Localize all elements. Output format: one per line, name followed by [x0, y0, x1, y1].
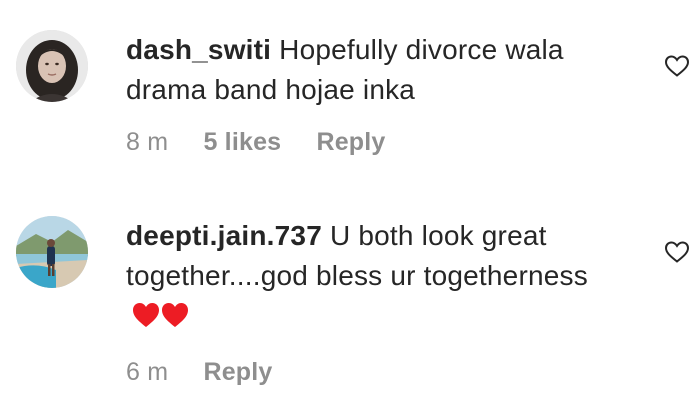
- comment-meta: 8 m 5 likes Reply: [126, 122, 646, 162]
- red-hearts-emoji: [132, 300, 190, 340]
- comment-time[interactable]: 8 m: [126, 128, 168, 156]
- comment-username[interactable]: dash_switi: [126, 34, 271, 65]
- comment-list: dash_switi Hopefully divorce wala drama b…: [0, 0, 700, 400]
- reply-button[interactable]: Reply: [203, 358, 272, 386]
- comment-meta: 6 m Reply: [126, 352, 646, 392]
- avatar[interactable]: [16, 216, 88, 288]
- comment-body: deepti.jain.737 U both look great togethe…: [126, 216, 646, 392]
- like-heart-icon[interactable]: [664, 240, 690, 264]
- comment-likes[interactable]: 5 likes: [203, 128, 281, 156]
- reply-button[interactable]: Reply: [316, 128, 385, 156]
- like-heart-icon[interactable]: [664, 54, 690, 78]
- profile-photo-beach: [16, 216, 88, 288]
- comment-username[interactable]: deepti.jain.737: [126, 220, 322, 251]
- comment-body: dash_switi Hopefully divorce wala drama b…: [126, 30, 646, 162]
- avatar[interactable]: [16, 30, 88, 102]
- comment-time[interactable]: 6 m: [126, 358, 168, 386]
- profile-photo-woman: [16, 30, 88, 102]
